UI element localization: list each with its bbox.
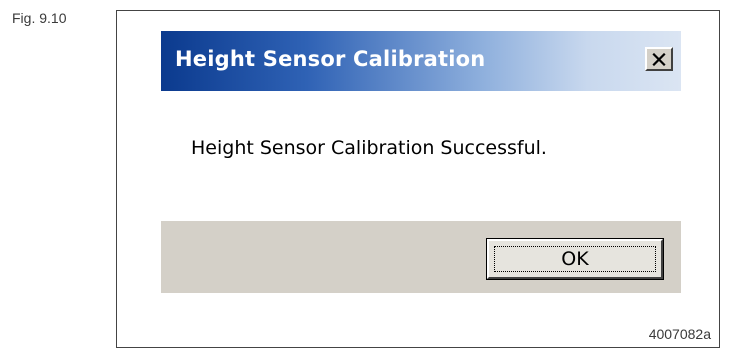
figure-label: Fig. 9.10 (12, 10, 67, 26)
dialog-content: Height Sensor Calibration Successful. (161, 91, 681, 221)
dialog-button-bar: OK (161, 221, 681, 293)
dialog-message: Height Sensor Calibration Successful. (191, 137, 547, 159)
close-icon (652, 52, 666, 66)
dialog-window: Height Sensor Calibration Height Sensor … (161, 31, 681, 293)
dialog-title: Height Sensor Calibration (175, 47, 486, 71)
figure-frame: Height Sensor Calibration Height Sensor … (116, 10, 720, 348)
ok-button-label: OK (494, 246, 656, 272)
page: Fig. 9.10 Height Sensor Calibration Heig… (0, 0, 732, 360)
close-button[interactable] (645, 47, 673, 71)
ok-button[interactable]: OK (486, 238, 664, 280)
figure-id: 4007082a (648, 326, 711, 342)
dialog-titlebar[interactable]: Height Sensor Calibration (161, 31, 681, 91)
